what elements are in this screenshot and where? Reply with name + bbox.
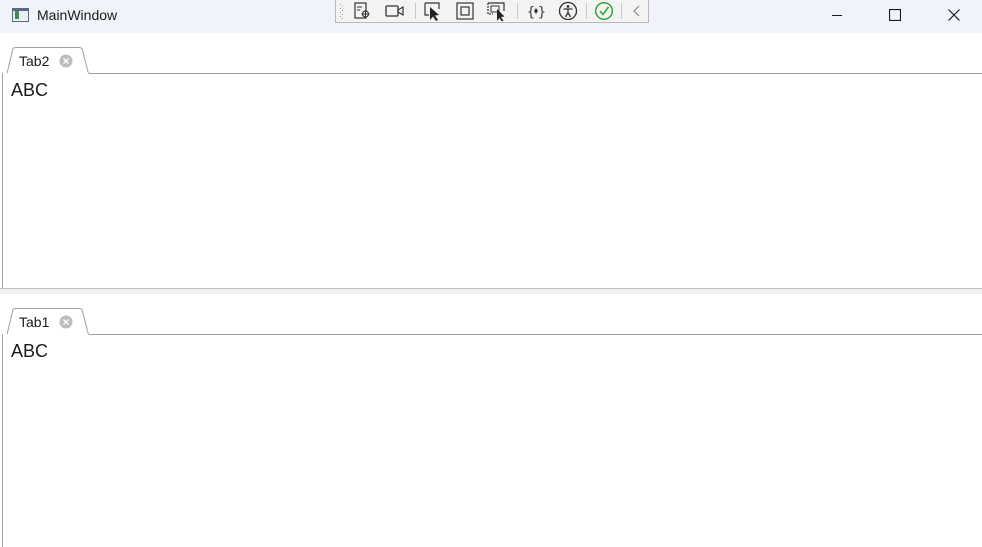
binding-failures-icon: { } [527,5,546,20]
record-button[interactable] [384,1,406,21]
select-element-button[interactable] [422,1,444,21]
collapse-toolbar-button[interactable] [626,1,648,21]
track-focused-element-icon [487,2,505,21]
live-visual-tree-button[interactable] [351,1,373,21]
video-camera-icon [385,5,404,17]
accessibility-button[interactable] [557,1,579,21]
tab-label: Tab1 [19,314,50,330]
tab-close-icon[interactable] [59,54,73,68]
app-window-icon [12,8,29,22]
toolbar-grip-icon[interactable] [340,3,344,21]
accessibility-icon [558,1,578,21]
toolbar-separator [517,3,518,19]
tab-content: ABC [2,334,982,547]
tab-tab1[interactable]: Tab1 [7,308,89,335]
tab-content: ABC [2,73,982,290]
tab-control-bottom: Tab1 ABC [0,294,982,547]
tab-close-icon[interactable] [59,315,73,329]
binding-failures-button[interactable]: { } [525,1,547,21]
debug-toolbar: { } [335,0,649,23]
collapse-chevron-icon [633,5,640,17]
track-focused-element-button[interactable] [486,1,508,21]
maximize-icon [889,9,901,21]
live-visual-tree-icon [354,2,370,19]
tab-tab2[interactable]: Tab2 [7,47,89,74]
window-title: MainWindow [37,7,118,23]
toolbar-separator [415,3,416,19]
toolbar-separator [621,3,622,19]
tab-label: Tab2 [19,53,50,69]
toolbar-separator [586,3,587,19]
display-layout-adorners-button[interactable] [454,1,476,21]
checkmark-icon [594,1,614,21]
tab-control-top: Tab2 ABC [0,33,982,290]
content-text: ABC [11,341,49,361]
minimize-button[interactable] [814,0,860,30]
svg-text:}: } [538,5,546,20]
in-app-selection-toggle[interactable] [593,1,615,21]
maximize-button[interactable] [872,0,918,30]
svg-text:{: { [527,5,535,20]
minimize-icon [832,15,842,16]
select-element-icon [424,2,440,21]
display-layout-adorners-icon [456,2,474,20]
content-text: ABC [11,80,49,100]
close-button[interactable] [931,0,977,30]
close-icon [948,9,960,21]
